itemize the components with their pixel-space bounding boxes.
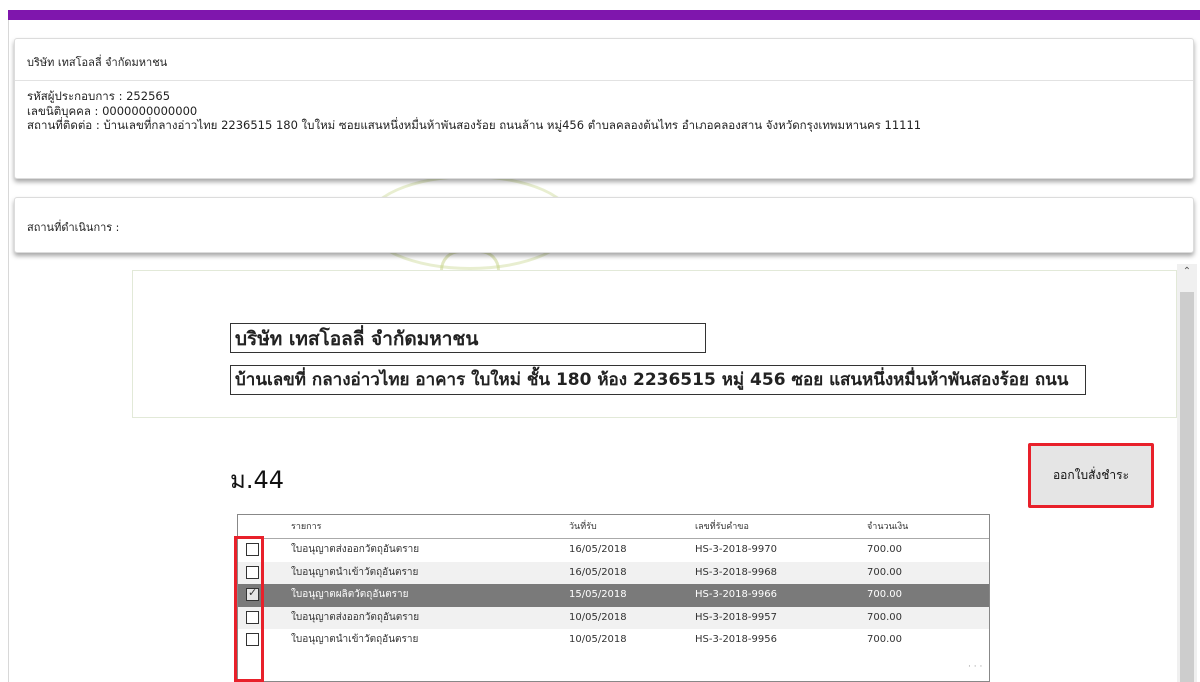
row-date: 16/05/2018	[569, 566, 627, 578]
row-item: ใบอนุญาตส่งออกวัตถุอันตราย	[291, 611, 420, 623]
row-request-no: HS-3-2018-9957	[695, 611, 777, 623]
permit-table: รายการ วันที่รับ เลขที่รับคำขอ จำนวนเงิน…	[237, 514, 990, 682]
contact-address: สถานที่ติดต่อ : บ้านเลขที่กลางอ่าวไทย 22…	[27, 118, 922, 132]
row-checkbox-checked[interactable]: ✓	[246, 586, 259, 601]
operating-location-card: สถานที่ดำเนินการ :	[14, 197, 1194, 253]
left-border-line	[8, 20, 9, 682]
row-amount: 700.00	[867, 566, 902, 578]
watermark-emblem-inner	[440, 250, 500, 270]
row-item: ใบอนุญาตผลิตวัตถุอันตราย	[291, 589, 409, 600]
chevron-up-icon[interactable]: ⌃	[1181, 266, 1193, 278]
row-request-no: HS-3-2018-9968	[695, 566, 777, 578]
company-info-body: รหัสผู้ประกอบการ : 252565 เลขนิติบุคคล :…	[15, 81, 1193, 133]
company-name-field[interactable]: บริษัท เทสโอลลี่ จำกัดมหาชน	[230, 323, 706, 353]
row-checkbox[interactable]	[246, 633, 259, 646]
table-row[interactable]: ใบอนุญาตส่งออกวัตถุอันตราย 10/05/2018 HS…	[238, 606, 989, 629]
scrollbar[interactable]: ⌃	[1177, 264, 1197, 682]
row-date: 10/05/2018	[569, 611, 627, 623]
tax-id: เลขนิติบุคคล : 0000000000000	[27, 103, 198, 118]
check-icon: ✓	[248, 586, 258, 599]
header-request-no: เลขที่รับคำขอ	[695, 522, 749, 532]
scrollbar-thumb[interactable]	[1180, 292, 1194, 682]
section-title: ม.44	[230, 466, 284, 494]
operating-location-label: สถานที่ดำเนินการ :	[27, 221, 120, 234]
row-amount: 700.00	[867, 589, 902, 600]
row-amount: 700.00	[867, 634, 902, 645]
row-item: ใบอนุญาตส่งออกวัตถุอันตราย	[291, 544, 420, 555]
row-item: ใบอนุญาตนำเข้าวัตถุอันตราย	[291, 634, 419, 645]
row-request-no: HS-3-2018-9970	[695, 544, 777, 555]
table-row[interactable]: ใบอนุญาตส่งออกวัตถุอันตราย 16/05/2018 HS…	[238, 539, 989, 562]
table-row[interactable]: ใบอนุญาตนำเข้าวัตถุอันตราย 10/05/2018 HS…	[238, 629, 989, 652]
row-checkbox[interactable]	[246, 610, 259, 624]
row-request-no: HS-3-2018-9956	[695, 634, 777, 645]
top-accent-bar	[8, 10, 1200, 20]
row-amount: 700.00	[867, 544, 902, 555]
row-date: 15/05/2018	[569, 589, 627, 600]
header-item: รายการ	[291, 522, 322, 532]
row-amount: 700.00	[867, 611, 902, 623]
issue-payment-order-label: ออกใบสั่งชำระ	[1052, 468, 1130, 482]
header-amount: จำนวนเงิน	[867, 522, 909, 532]
table-row[interactable]: ใบอนุญาตนำเข้าวัตถุอันตราย 16/05/2018 HS…	[238, 561, 989, 584]
table-row-selected[interactable]: ✓ ใบอนุญาตผลิตวัตถุอันตราย 15/05/2018 HS…	[238, 584, 989, 607]
row-date: 16/05/2018	[569, 544, 627, 555]
table-header: รายการ วันที่รับ เลขที่รับคำขอ จำนวนเงิน	[238, 515, 989, 539]
row-request-no: HS-3-2018-9966	[695, 589, 777, 600]
row-checkbox[interactable]	[246, 565, 259, 579]
issue-payment-order-button[interactable]: ออกใบสั่งชำระ	[1028, 443, 1154, 508]
company-address-field[interactable]: บ้านเลขที่ กลางอ่าวไทย อาคาร ใบใหม่ ชั้น…	[230, 365, 1086, 395]
header-date: วันที่รับ	[569, 522, 597, 532]
row-checkbox[interactable]	[246, 543, 259, 556]
operator-code: รหัสผู้ประกอบการ : 252565	[27, 89, 171, 103]
company-info-title: บริษัท เทสโอลลี่ จำกัดมหาชน	[15, 39, 1193, 81]
company-info-card: บริษัท เทสโอลลี่ จำกัดมหาชน รหัสผู้ประกอ…	[14, 38, 1194, 179]
row-date: 10/05/2018	[569, 634, 627, 645]
decorative-dots: · · ·	[968, 662, 983, 672]
row-item: ใบอนุญาตนำเข้าวัตถุอันตราย	[291, 566, 419, 578]
